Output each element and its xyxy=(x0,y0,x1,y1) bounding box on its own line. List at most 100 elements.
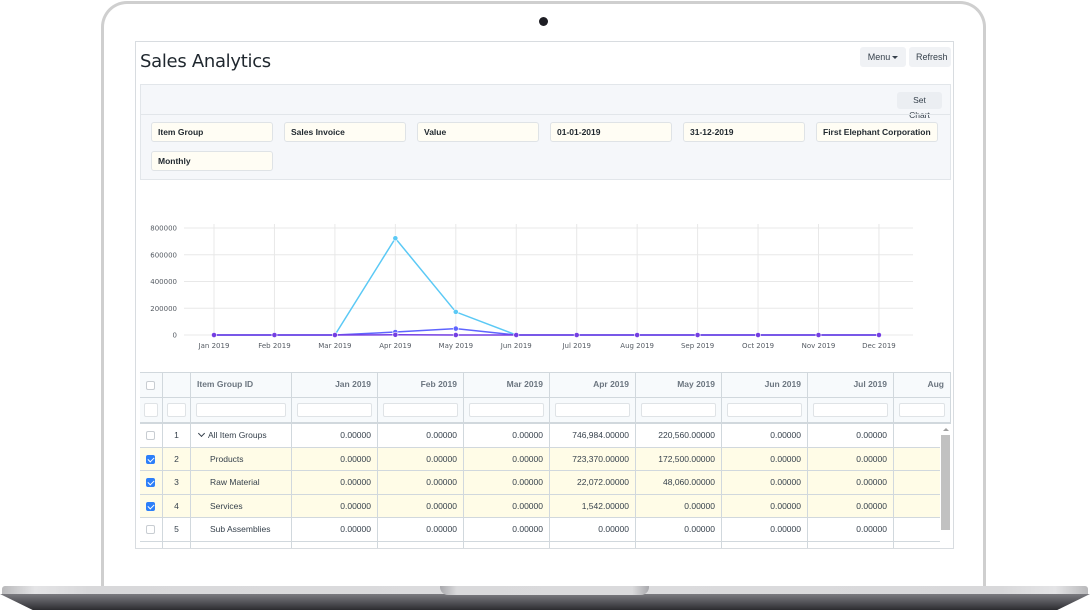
column-filter-input[interactable] xyxy=(297,403,372,417)
row-name-cell[interactable]: Raw Material xyxy=(191,471,292,495)
value-cell: 0.00000 xyxy=(808,518,894,542)
row-name-cell[interactable]: Services xyxy=(191,494,292,518)
x-tick-label: Feb 2019 xyxy=(258,342,290,350)
value-cell: 0.00000 xyxy=(636,494,722,518)
table-scrollbar[interactable] xyxy=(940,424,951,548)
value-cell: 1,542.00000 xyxy=(550,494,636,518)
filter-cell xyxy=(191,398,292,424)
table-row[interactable]: 3 Raw Material 0.00000 0.00000 0.00000 22,072… xyxy=(140,471,951,495)
row-checkbox[interactable] xyxy=(146,454,155,464)
row-index: 1 xyxy=(163,424,191,448)
menu-button[interactable]: Menu xyxy=(860,47,906,67)
scroll-thumb[interactable] xyxy=(941,435,950,530)
row-index: 3 xyxy=(163,471,191,495)
column-filter-input[interactable] xyxy=(196,403,286,417)
column-header[interactable]: Apr 2019 xyxy=(550,373,636,398)
row-index: 4 xyxy=(163,494,191,518)
table-row[interactable] xyxy=(140,541,951,548)
column-header[interactable]: Feb 2019 xyxy=(378,373,464,398)
y-tick-label: 200000 xyxy=(150,305,177,313)
column-header[interactable]: Item Group ID xyxy=(191,373,292,398)
table-row[interactable]: 5 Sub Assemblies 0.00000 0.00000 0.00000 0.00… xyxy=(140,518,951,542)
chart-svg: 0 200000 400000 600000 800000 Jan 2019 Feb 201… xyxy=(150,224,913,350)
laptop-base-shadow xyxy=(0,594,1090,610)
row-name-cell[interactable]: All Item Groups xyxy=(191,424,292,448)
app-screen: Sales Analytics Menu Refresh Set Chart I… xyxy=(135,41,954,549)
tree-type-select[interactable]: Item Group xyxy=(151,122,273,142)
data-point xyxy=(755,332,761,338)
filter-cell xyxy=(464,398,550,424)
value-cell: 0.00000 xyxy=(808,424,894,448)
scroll-up-arrow-icon[interactable] xyxy=(943,428,949,431)
row-checkbox[interactable] xyxy=(146,431,155,440)
row-checkbox[interactable] xyxy=(146,478,155,487)
column-filter-input[interactable] xyxy=(144,403,158,417)
value-cell: 0.00000 xyxy=(722,447,808,471)
data-point xyxy=(694,332,701,338)
table-cell xyxy=(378,541,464,548)
row-name-cell[interactable]: Products xyxy=(191,447,292,471)
column-header[interactable]: May 2019 xyxy=(636,373,722,398)
table-row[interactable]: 2 Products 0.00000 0.00000 0.00000 723,370.00… xyxy=(140,447,951,471)
value-cell: 0.00000 xyxy=(292,424,378,448)
value-quantity-select[interactable]: Value xyxy=(417,122,539,142)
chevron-down-icon[interactable] xyxy=(197,429,206,438)
company-field[interactable]: First Elephant Corporation xyxy=(816,122,938,142)
column-header[interactable]: Jun 2019 xyxy=(722,373,808,398)
row-name: Sub Assemblies xyxy=(210,524,271,534)
column-filter-input[interactable] xyxy=(813,403,888,417)
value-cell: 172,500.00000 xyxy=(636,447,722,471)
caret-down-icon xyxy=(892,56,899,60)
data-point xyxy=(634,332,641,338)
column-header[interactable]: Jul 2019 xyxy=(808,373,894,398)
column-filter-input[interactable] xyxy=(641,403,716,417)
column-filter-input[interactable] xyxy=(167,403,186,417)
series-line-raw-material xyxy=(214,327,879,336)
column-filter-input[interactable] xyxy=(469,403,544,417)
column-filter-input[interactable] xyxy=(555,403,630,417)
value-cell: 0.00000 xyxy=(378,471,464,495)
to-date-field[interactable]: 31-12-2019 xyxy=(683,122,805,142)
x-tick-label: Sep 2019 xyxy=(681,342,714,350)
row-checkbox-cell xyxy=(140,424,163,448)
table-row[interactable]: 4 Services 0.00000 0.00000 0.00000 1,542.0000… xyxy=(140,494,951,518)
column-header[interactable]: Jan 2019 xyxy=(292,373,378,398)
laptop-notch xyxy=(440,586,649,595)
data-point xyxy=(815,332,822,338)
filter-panel: Set Chart Item Group Sales Invoice Value… xyxy=(140,84,951,180)
x-tick-label: Mar 2019 xyxy=(318,342,351,350)
value-cell: 0.00000 xyxy=(808,494,894,518)
refresh-button[interactable]: Refresh xyxy=(909,47,951,67)
table-row[interactable]: 1 All Item Groups 0.00000 0.00000 0.00000 746… xyxy=(140,424,951,448)
data-point xyxy=(452,325,459,332)
doc-type-select[interactable]: Sales Invoice xyxy=(284,122,406,142)
row-checkbox[interactable] xyxy=(146,525,155,534)
value-cell: 0.00000 xyxy=(378,494,464,518)
data-point xyxy=(452,309,459,315)
row-name-cell[interactable]: Sub Assemblies xyxy=(191,518,292,542)
from-date-field[interactable]: 01-01-2019 xyxy=(550,122,672,142)
data-point xyxy=(331,332,338,338)
column-header[interactable]: Aug xyxy=(894,373,951,398)
value-cell: 0.00000 xyxy=(464,518,550,542)
row-checkbox[interactable] xyxy=(146,501,155,511)
column-header[interactable]: Mar 2019 xyxy=(464,373,550,398)
table-header-row: Item Group ID Jan 2019 Feb 2019 Mar 2019 Apr… xyxy=(140,373,951,398)
set-chart-button[interactable]: Set Chart xyxy=(897,92,942,120)
value-cell: 0.00000 xyxy=(378,518,464,542)
column-filter-input[interactable] xyxy=(383,403,458,417)
laptop-camera xyxy=(539,17,548,26)
column-filter-input[interactable] xyxy=(727,403,802,417)
data-point xyxy=(876,332,882,338)
range-select[interactable]: Monthly xyxy=(151,151,273,171)
value-cell: 0.00000 xyxy=(808,471,894,495)
row-checkbox-cell xyxy=(140,518,163,542)
x-tick-label: Jan 2019 xyxy=(198,342,230,350)
table-cell xyxy=(140,541,163,548)
column-filter-input[interactable] xyxy=(899,403,945,417)
value-cell: 0.00000 xyxy=(292,494,378,518)
row-index: 5 xyxy=(163,518,191,542)
value-cell: 0.00000 xyxy=(722,471,808,495)
select-all-checkbox[interactable] xyxy=(146,381,155,390)
table-cell xyxy=(636,541,722,548)
